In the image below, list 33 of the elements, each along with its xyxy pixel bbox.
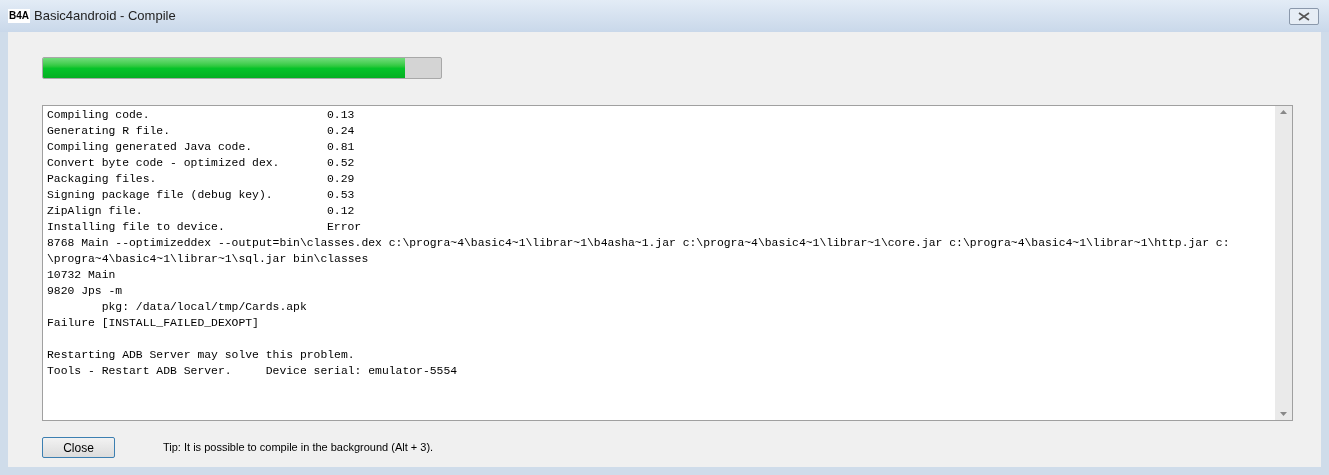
close-window-button[interactable] [1289, 7, 1319, 25]
log-time: 0.53 [327, 188, 355, 203]
log-line: Tools - Restart ADB Server. Device serial: emulator-5554 [47, 364, 458, 379]
log-line: Generating R file. [47, 124, 172, 139]
log-line: ZipAlign file. [47, 204, 144, 219]
log-line: Signing package file (debug key). [47, 188, 274, 203]
close-icon [1298, 11, 1310, 21]
log-line: Failure [INSTALL_FAILED_DEXOPT] [47, 316, 259, 331]
log-time: Error [327, 220, 362, 235]
log-time: 0.52 [327, 156, 355, 171]
scroll-down-icon [1280, 412, 1287, 416]
log-line: 10732 Main [47, 268, 116, 283]
log-line: Restarting ADB Server may solve this problem. [47, 348, 355, 363]
log-line: 8768 Main --optimizeddex --output=bin\classes.dex c:\progra~4\basic4~1\librar~1\b4asha~1.jar c:\progra~4\basic4~1\librar~1\core.jar c:\progra~4\basic4~1\librar~1\http.jar c: [47, 236, 1230, 251]
log-line: pkg: /data/local/tmp/Cards.apk [100, 300, 307, 315]
scrollbar[interactable] [1275, 106, 1292, 420]
log-time: 0.13 [327, 108, 355, 123]
scroll-up-icon [1280, 110, 1287, 114]
log-time: 0.81 [327, 140, 355, 155]
window-title: Basic4android - Compile [34, 7, 176, 26]
app-logo: B4A [8, 9, 30, 23]
tip-text: Tip: It is possible to compile in the background (Alt + 3). [163, 440, 434, 456]
log-time: 0.12 [327, 204, 355, 219]
log-line: Compiling generated Java code. [47, 140, 254, 155]
log-time: 0.24 [327, 124, 355, 139]
log-line: \progra~4\basic4~1\librar~1\sql.jar bin\classes [47, 252, 369, 267]
close-button[interactable]: Close [42, 437, 115, 458]
log-line: Compiling code. [47, 108, 151, 123]
log-line: 9820 Jps -m [47, 284, 123, 299]
log-time: 0.29 [327, 172, 355, 187]
log-line: Convert byte code - optimized dex. [47, 156, 281, 171]
log-line: Packaging files. [47, 172, 158, 187]
log-line: Installing file to device. [47, 220, 226, 235]
